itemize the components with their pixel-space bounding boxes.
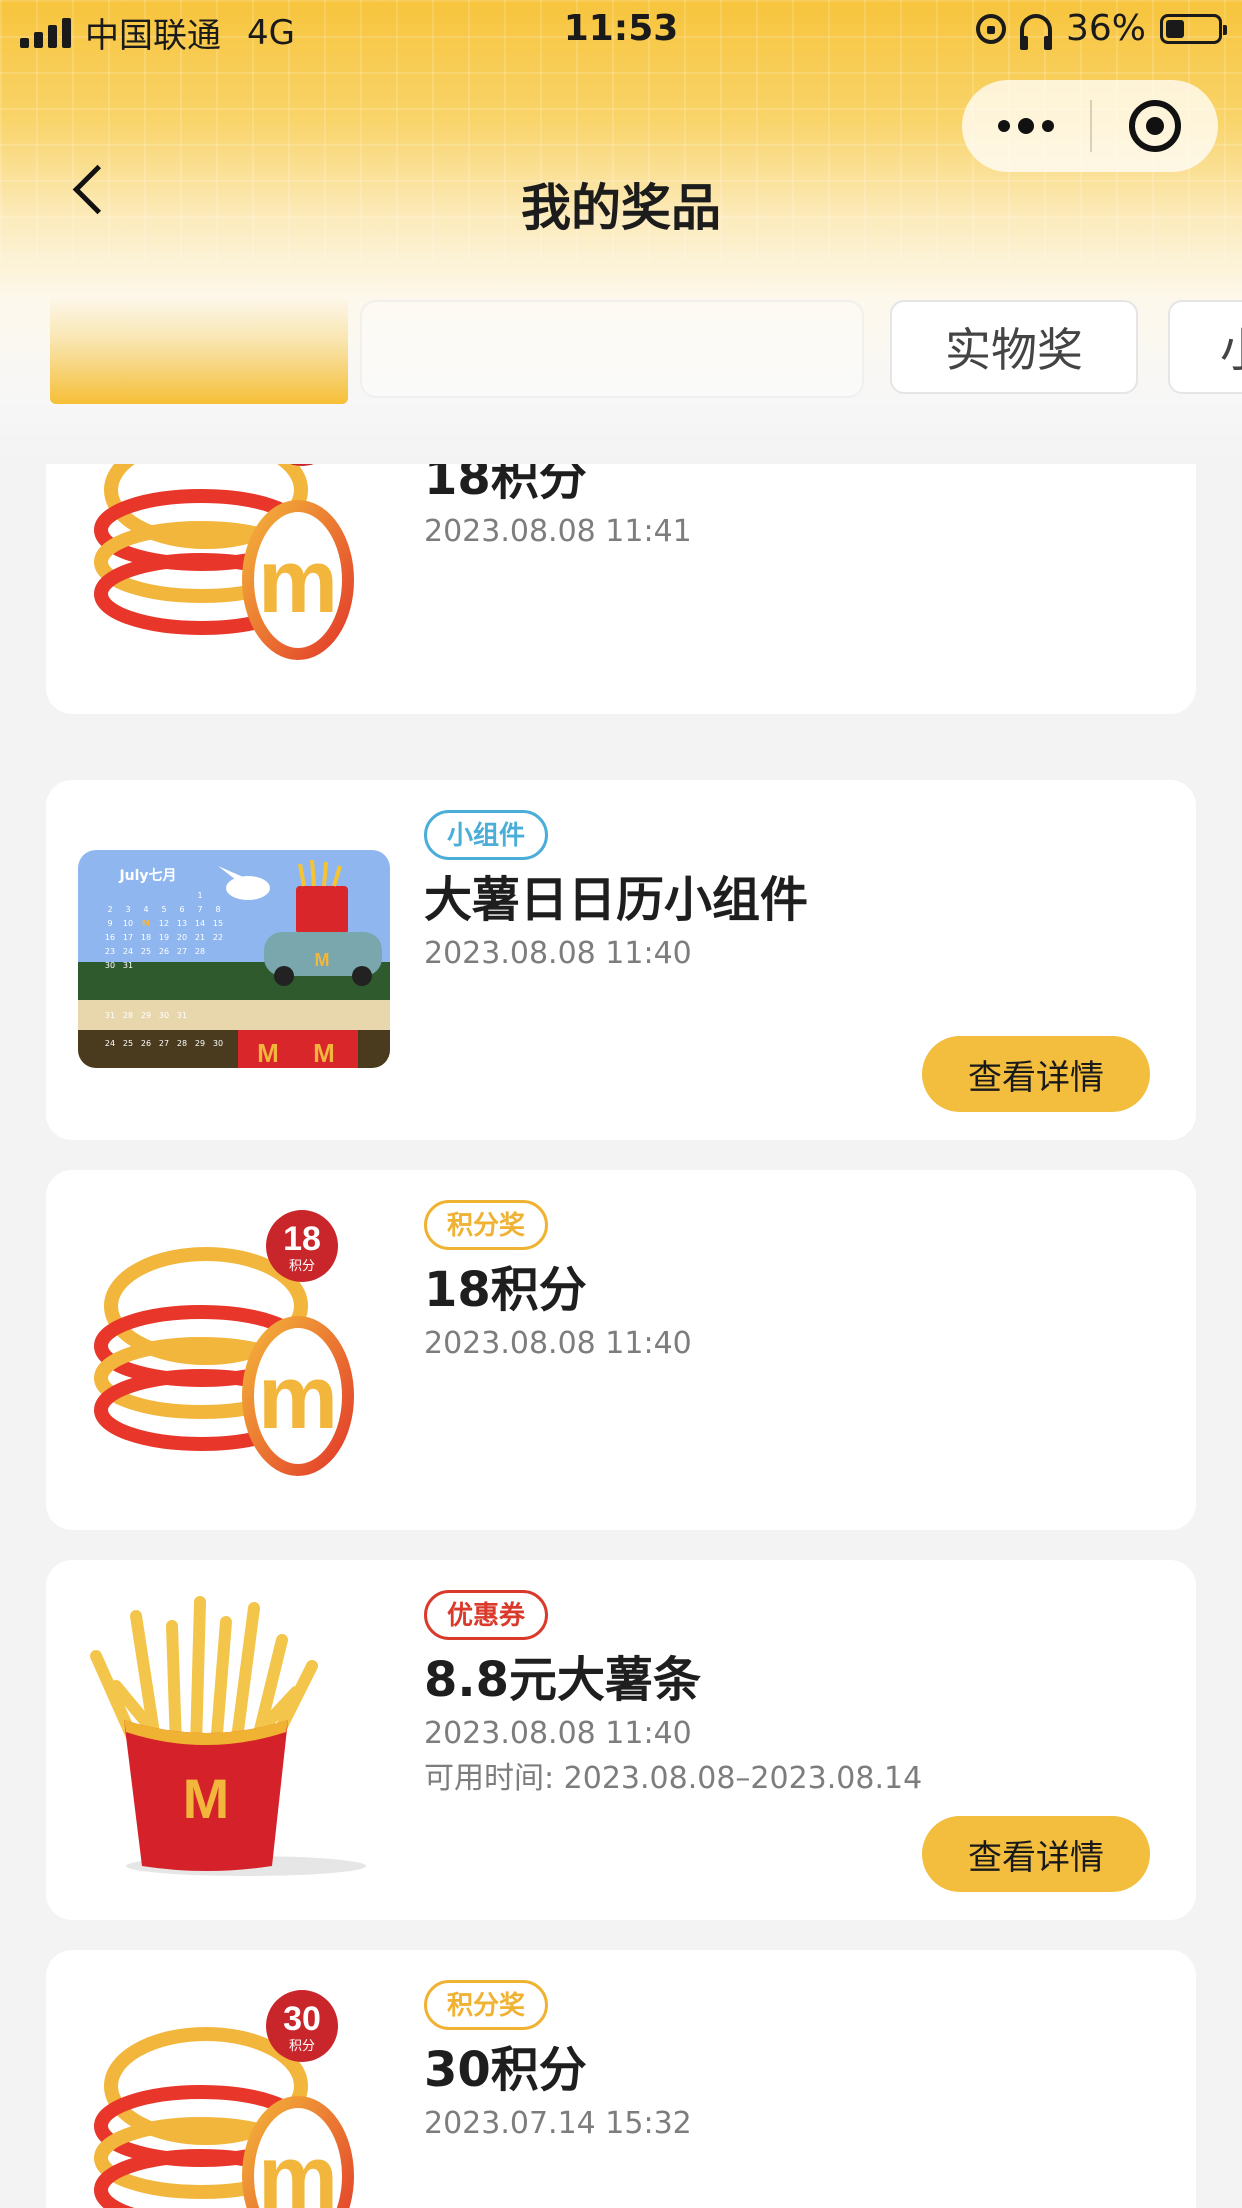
calendar-day: 28	[123, 1011, 133, 1020]
more-button[interactable]	[962, 80, 1090, 172]
calendar-day: 26	[141, 1039, 151, 1048]
prize-date: 2023.08.08 11:41	[424, 514, 692, 549]
points-coins-icon: m 18 积分	[76, 464, 366, 660]
svg-text:M: M	[257, 1038, 279, 1068]
calendar-day: 25	[123, 1039, 133, 1048]
badge-points: 积分奖	[424, 1200, 549, 1250]
battery-percent: 36%	[1065, 8, 1146, 49]
calendar-widget-image: July七月 1 2 3 4 5 6 7 8 9 10 M 12 13 14 15 16 17 18 19 20 21 2…	[78, 850, 390, 1068]
calendar-day: 14	[195, 919, 205, 928]
calendar-day: 20	[177, 933, 187, 942]
calendar-day: 1	[197, 891, 202, 900]
calendar-day: 22	[213, 933, 223, 942]
prize-name: 18积分	[424, 1262, 587, 1318]
calendar-day: 4	[143, 905, 148, 914]
calendar-day: 3	[125, 905, 130, 914]
prize-date: 2023.08.08 11:40	[424, 1716, 692, 1751]
calendar-day: 27	[159, 1039, 169, 1048]
calendar-day: 12	[159, 919, 169, 928]
calendar-day: 21	[195, 933, 205, 942]
prize-list: m 18 积分 18积分 2023.08.08 11:41 July七月 123…	[0, 464, 1242, 2208]
calendar-day: 28	[177, 1039, 187, 1048]
calendar-day: M	[142, 919, 150, 928]
calendar-day: 25	[141, 947, 151, 956]
calendar-day: 29	[141, 1011, 151, 1020]
close-miniapp-button[interactable]	[1092, 80, 1218, 172]
view-details-button[interactable]: 查看详情	[922, 1816, 1150, 1892]
target-icon	[1129, 100, 1181, 152]
headphone-icon	[1019, 13, 1052, 50]
prize-date: 2023.07.14 15:32	[424, 2106, 692, 2141]
calendar-day: 31	[105, 1011, 115, 1020]
calendar-day: 18	[141, 933, 151, 942]
calendar-day: 29	[195, 1039, 205, 1048]
svg-text:M: M	[183, 1767, 230, 1830]
category-tabs: 实物奖 小	[0, 296, 1242, 406]
points-number: 18	[283, 1220, 321, 1258]
points-coins-icon: m 18 积分	[76, 1206, 366, 1476]
calendar-day: 24	[123, 947, 133, 956]
status-bar: 中国联通 4G 11:53 36%	[0, 0, 1242, 62]
badge-widget: 小组件	[424, 810, 549, 860]
badge-coupon: 优惠券	[424, 1590, 549, 1640]
prize-valid-period: 可用时间: 2023.08.08–2023.08.14	[424, 1761, 923, 1796]
calendar-day: 31	[177, 1011, 187, 1020]
tab-more[interactable]: 小	[1168, 300, 1242, 394]
prize-card[interactable]: m 18 积分 18积分 2023.08.08 11:41	[46, 464, 1196, 714]
prize-name: 30积分	[424, 2042, 587, 2098]
points-number: 30	[283, 2000, 321, 2038]
rotation-lock-icon	[975, 13, 1006, 44]
svg-text:m: m	[258, 2128, 338, 2208]
page-title: 我的奖品	[521, 179, 721, 237]
calendar-day: 5	[161, 905, 166, 914]
prize-date: 2023.08.08 11:40	[424, 1326, 692, 1361]
miniapp-capsule	[962, 80, 1218, 172]
calendar-day: 30	[213, 1039, 223, 1048]
calendar-day: 30	[105, 961, 115, 970]
prize-name: 8.8元大薯条	[424, 1652, 702, 1708]
svg-text:m: m	[258, 1348, 338, 1448]
tab-faded[interactable]	[360, 300, 864, 398]
view-details-button[interactable]: 查看详情	[922, 1036, 1150, 1112]
battery-fill	[1166, 19, 1184, 38]
svg-text:m: m	[258, 532, 338, 632]
calendar-day: 27	[177, 947, 187, 956]
svg-text:M: M	[315, 950, 330, 970]
points-unit: 积分	[289, 2039, 315, 2054]
header: 中国联通 4G 11:53 36% 我的奖品 实物奖 小	[0, 0, 1242, 460]
calendar-day: 6	[179, 905, 184, 914]
tab-all[interactable]	[50, 296, 348, 404]
calendar-day: 24	[105, 1039, 115, 1048]
battery-icon	[1160, 13, 1227, 44]
prize-card[interactable]: m 30 积分 积分奖 30积分 2023.07.14 15:32	[46, 1950, 1196, 2208]
prize-card[interactable]: m 18 积分 积分奖 18积分 2023.08.08 11:40	[46, 1170, 1196, 1530]
svg-text:M: M	[313, 1038, 335, 1068]
calendar-day: 2	[107, 905, 112, 914]
fries-image: M	[76, 1596, 366, 1876]
calendar-day: 23	[105, 947, 115, 956]
calendar-day: 19	[159, 933, 169, 942]
prize-date: 2023.08.08 11:40	[424, 936, 692, 971]
badge-points: 积分奖	[424, 1980, 549, 2030]
calendar-day: 17	[123, 933, 133, 942]
calendar-day: 8	[215, 905, 220, 914]
calendar-day: 13	[177, 919, 187, 928]
calendar-day: 30	[159, 1011, 169, 1020]
calendar-day: 7	[197, 905, 202, 914]
calendar-day: 9	[107, 919, 112, 928]
tab-physical[interactable]: 实物奖	[890, 300, 1138, 394]
calendar-day: 28	[195, 947, 205, 956]
prize-card[interactable]: July七月 1 2 3 4 5 6 7 8 9 10 M 12 13 14 15 16 17 18 19 20 21 2…	[46, 780, 1196, 1140]
prize-name: 大薯日日历小组件	[424, 872, 809, 928]
widget-month: July七月	[118, 868, 176, 884]
calendar-day: 26	[159, 947, 169, 956]
points-unit: 积分	[289, 1259, 315, 1274]
calendar-day: 16	[105, 933, 115, 942]
prize-name: 18积分	[424, 464, 587, 506]
prize-card[interactable]: M 优惠券 8.8元大薯条 2023.08.08 11:40 可用时间: 202…	[46, 1560, 1196, 1920]
calendar-day: 10	[123, 919, 133, 928]
calendar-day: 15	[213, 919, 223, 928]
calendar-day: 31	[123, 961, 133, 970]
points-coins-icon: m 30 积分	[76, 1986, 366, 2208]
